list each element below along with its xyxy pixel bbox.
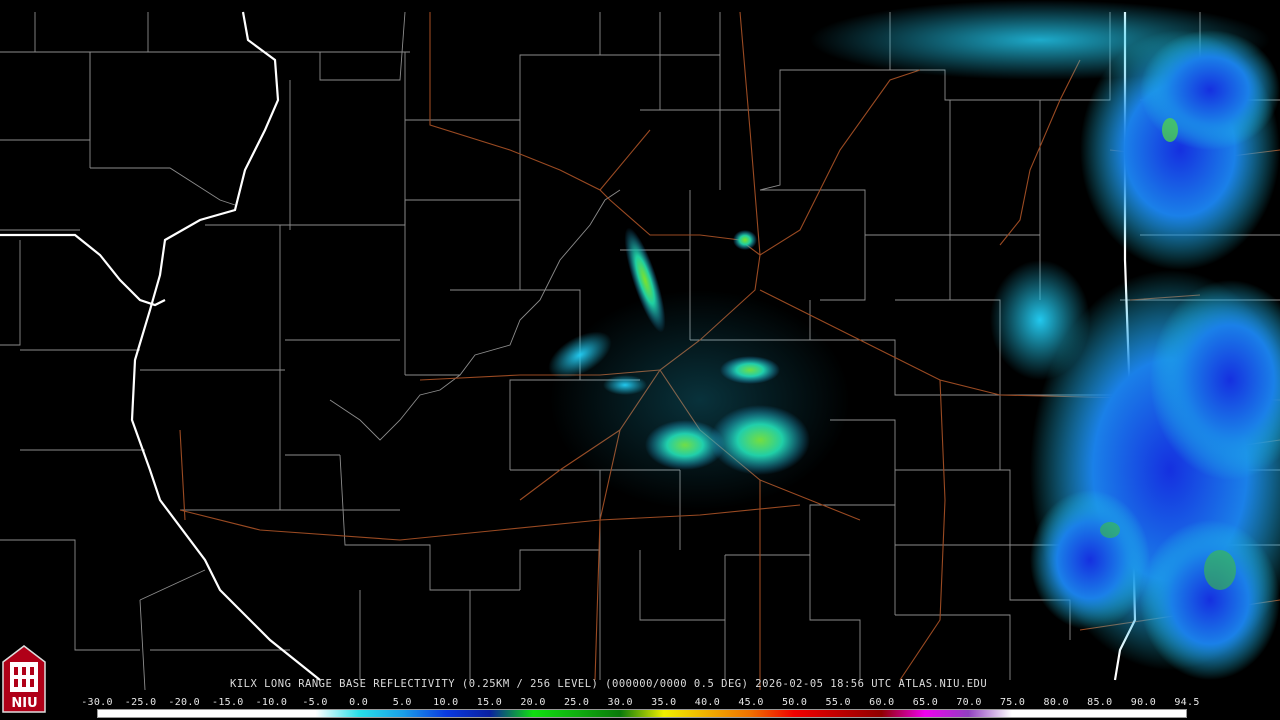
- legend-tick-label: 70.0: [956, 697, 982, 708]
- legend-tick-label: 0.0: [349, 697, 369, 708]
- legend-tick-label: 25.0: [563, 697, 590, 708]
- legend-tick-label: 94.5: [1174, 697, 1200, 708]
- legend-tick-label: -15.0: [211, 697, 244, 708]
- legend-tick-label: 45.0: [738, 697, 764, 708]
- reflectivity-colorbar: [97, 709, 1187, 718]
- legend-tick-label: 60.0: [869, 697, 895, 708]
- legend-tick-label: 40.0: [694, 697, 721, 708]
- legend-tick-label: 5.0: [392, 697, 412, 708]
- legend-tick-label: 55.0: [825, 697, 851, 708]
- legend-tick-label: -5.0: [302, 697, 328, 708]
- precip-local: [548, 227, 850, 510]
- radar-viewer: NIU KILX LONG RANGE BASE REFLECTIVITY (0…: [0, 0, 1280, 720]
- legend-tick-label: -25.0: [124, 697, 157, 708]
- niu-logo-text: NIU: [11, 696, 38, 711]
- legend-tick-label: 10.0: [433, 697, 459, 708]
- legend-tick-label: 75.0: [999, 697, 1026, 708]
- radar-caption: KILX LONG RANGE BASE REFLECTIVITY (0.25K…: [230, 678, 988, 690]
- legend-tick-label: 35.0: [651, 697, 677, 708]
- legend-tick-label: 20.0: [520, 697, 546, 708]
- legend-tick-labels: -30.0 -25.0 -20.0 -15.0 -10.0 -5.0 0.0 5.0 10.0 1…: [81, 697, 1199, 709]
- legend-tick-label: -10.0: [255, 697, 288, 708]
- legend-tick-label: -20.0: [168, 697, 200, 708]
- legend-tick-label: -30.0: [81, 697, 113, 708]
- legend-tick-label: 90.0: [1130, 697, 1157, 708]
- legend-tick-label: 85.0: [1087, 697, 1113, 708]
- legend-tick-label: 80.0: [1043, 697, 1069, 708]
- legend-tick-label: 50.0: [781, 697, 808, 708]
- legend-tick-label: 30.0: [607, 697, 633, 708]
- legend-tick-label: 15.0: [476, 697, 503, 708]
- radar-map: [0, 0, 1280, 713]
- legend-tick-label: 65.0: [912, 697, 939, 708]
